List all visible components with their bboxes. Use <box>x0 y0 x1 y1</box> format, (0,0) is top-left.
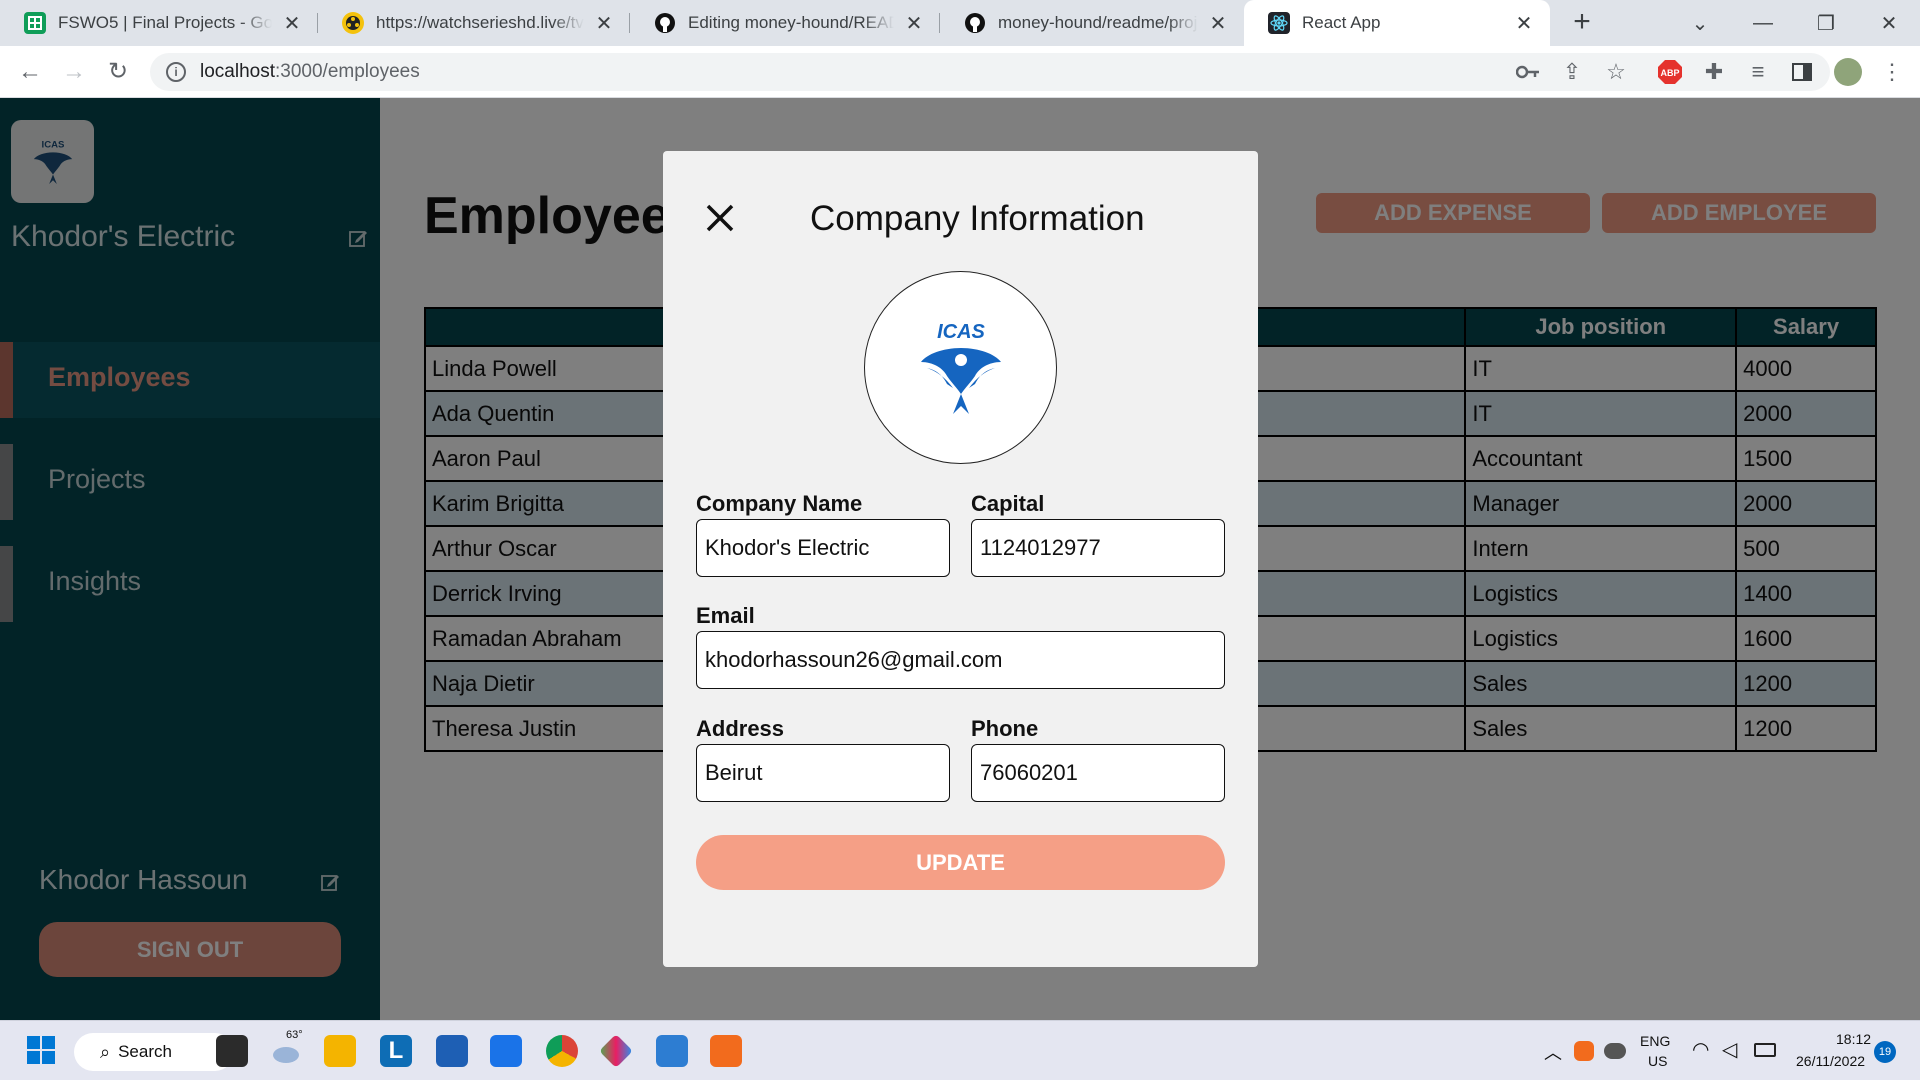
taskbar-search[interactable]: ⌕ Search <box>74 1033 234 1071</box>
tab-title: React App <box>1302 13 1381 32</box>
modal-title: Company Information <box>810 199 1145 238</box>
photos-icon[interactable] <box>656 1035 688 1067</box>
tab-title: Editing money-hound/READM <box>688 13 894 32</box>
onedrive-icon[interactable] <box>1604 1043 1626 1059</box>
file-explorer-icon[interactable] <box>324 1035 356 1067</box>
microsoft-store-icon[interactable] <box>436 1035 468 1067</box>
clock-date[interactable]: 26/11/2022 <box>1796 1053 1865 1069</box>
close-tab-icon[interactable]: ✕ <box>592 11 616 36</box>
restore-button[interactable]: ❐ <box>1796 0 1856 46</box>
github-icon <box>964 12 986 34</box>
tab-title: money-hound/readme/projec <box>998 13 1198 32</box>
capital-label: Capital <box>971 491 1045 516</box>
site-info-icon[interactable]: i <box>166 62 186 82</box>
minimize-button[interactable]: — <box>1733 0 1793 46</box>
region-code: US <box>1648 1053 1668 1069</box>
close-icon[interactable] <box>703 201 737 235</box>
search-icon: ⌕ <box>100 1041 111 1062</box>
new-tab-button[interactable]: + <box>1565 6 1599 40</box>
close-tab-icon[interactable]: ✕ <box>902 11 926 36</box>
task-view-icon[interactable] <box>216 1035 248 1067</box>
search-label: Search <box>118 1042 172 1061</box>
company-logo-avatar[interactable]: ICAS <box>864 271 1057 464</box>
mail-icon[interactable] <box>490 1035 522 1067</box>
logo-text: ICAS <box>937 321 985 343</box>
browser-tab[interactable]: money-hound/readme/projec ✕ <box>940 0 1244 46</box>
side-panel-icon[interactable] <box>1788 58 1816 86</box>
profile-avatar[interactable] <box>1834 58 1862 86</box>
forward-button[interactable]: → <box>58 56 90 88</box>
phone-field[interactable]: 76060201 <box>971 744 1225 802</box>
bookmark-star-icon[interactable]: ☆ <box>1602 58 1630 86</box>
volume-icon[interactable]: ◁ <box>1722 1037 1737 1062</box>
email-field[interactable]: khodorhassoun26@gmail.com <box>696 631 1225 689</box>
reload-button[interactable]: ↻ <box>102 56 134 88</box>
github-icon <box>654 12 676 34</box>
tab-title: FSWO5 | Final Projects - Goog <box>58 13 272 32</box>
media-queue-icon[interactable]: ≡ <box>1744 58 1772 86</box>
tab-search-chevron-icon[interactable]: ⌄ <box>1670 0 1730 46</box>
close-tab-icon[interactable]: ✕ <box>280 11 304 36</box>
browser-tab[interactable]: https://watchserieshd.live/tv/h ✕ <box>318 0 630 46</box>
clock-time[interactable]: 18:12 <box>1836 1031 1871 1047</box>
chrome-icon[interactable] <box>546 1035 578 1067</box>
extensions-icon[interactable]: ✚ <box>1700 58 1728 86</box>
xampp-tray-icon[interactable] <box>1574 1041 1594 1061</box>
browser-toolbar: ← → ↻ i localhost:3000/employees ⇪ ☆ ABP… <box>0 46 1920 98</box>
update-button[interactable]: UPDATE <box>696 835 1225 890</box>
company-name-field[interactable]: Khodor's Electric <box>696 519 950 577</box>
browser-tab-active[interactable]: React App ✕ <box>1244 0 1550 46</box>
close-tab-icon[interactable]: ✕ <box>1512 11 1536 36</box>
address-field[interactable]: Beirut <box>696 744 950 802</box>
share-icon[interactable]: ⇪ <box>1558 58 1586 86</box>
url-host: localhost <box>200 61 275 82</box>
phone-label: Phone <box>971 716 1039 741</box>
google-sheets-icon <box>24 12 46 34</box>
react-app: ICAS Khodor's Electric Employees Project… <box>0 98 1920 1020</box>
weather-temp: 63° <box>286 1029 303 1041</box>
react-icon <box>1268 12 1290 34</box>
key-icon[interactable] <box>1514 58 1542 86</box>
email-label: Email <box>696 603 755 628</box>
browser-tab-bar: FSWO5 | Final Projects - Goog ✕ https://… <box>0 0 1920 46</box>
language-code[interactable]: ENG <box>1640 1033 1670 1049</box>
url-path: :3000/employees <box>275 61 420 82</box>
battery-icon[interactable] <box>1754 1043 1776 1057</box>
address-label: Address <box>696 716 785 741</box>
icas-logo-icon: ICAS <box>920 321 1001 414</box>
git-kraken-icon[interactable] <box>599 1034 633 1068</box>
svg-text:ABP: ABP <box>1660 68 1679 78</box>
capital-field[interactable]: 1124012977 <box>971 519 1225 577</box>
company-name-label: Company Name <box>696 491 863 516</box>
tray-chevron-icon[interactable]: ︿ <box>1544 1039 1562 1065</box>
l-app-icon[interactable]: L <box>380 1035 412 1067</box>
browser-menu-icon[interactable]: ⋮ <box>1878 58 1906 86</box>
wifi-icon[interactable]: ◠ <box>1692 1037 1709 1062</box>
windows-start-icon[interactable] <box>26 1035 58 1067</box>
notification-badge[interactable]: 19 <box>1874 1041 1896 1063</box>
close-tab-icon[interactable]: ✕ <box>1206 11 1230 36</box>
company-info-modal: Company Information ICAS Company Name Kh… <box>663 151 1258 967</box>
close-window-button[interactable]: ✕ <box>1859 0 1919 46</box>
xampp-icon[interactable] <box>710 1035 742 1067</box>
browser-tab[interactable]: Editing money-hound/READM ✕ <box>630 0 940 46</box>
adblock-icon[interactable]: ABP <box>1656 58 1684 86</box>
windows-taskbar: ⌕ Search 63° L ︿ ENG US ◠ ◁ 18:12 26/11/… <box>0 1020 1920 1080</box>
tab-title: https://watchserieshd.live/tv/h <box>376 13 584 32</box>
back-button[interactable]: ← <box>14 56 46 88</box>
film-reel-icon <box>342 12 364 34</box>
browser-tab[interactable]: FSWO5 | Final Projects - Goog ✕ <box>0 0 318 46</box>
